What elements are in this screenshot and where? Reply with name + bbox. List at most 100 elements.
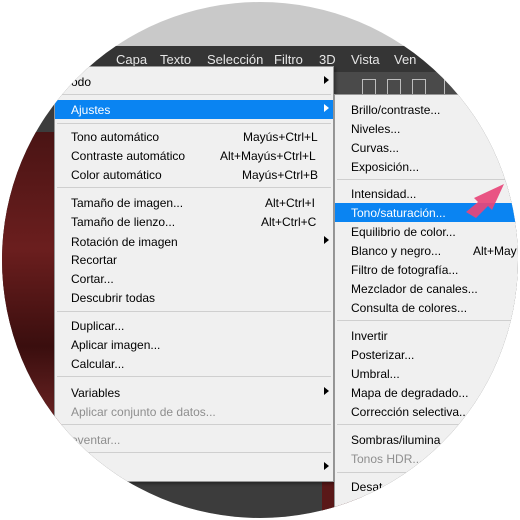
menu-item-shortcut: Alt+Mayús+Ctrl+L xyxy=(220,149,316,163)
menu-item-aplicar-conjunto-datos: Aplicar conjunto de datos... xyxy=(55,402,333,421)
menu-item-label: Contraste automático xyxy=(71,149,186,163)
separator xyxy=(57,311,331,312)
submenu-item-mezclador-canales[interactable]: Mezclador de canales... xyxy=(335,279,518,298)
menu-item-calcular[interactable]: Calcular... xyxy=(55,354,333,373)
separator xyxy=(337,472,518,473)
separator xyxy=(57,376,331,377)
separator xyxy=(57,424,331,425)
menu-item-label: eventar... xyxy=(71,433,121,447)
submenu-item-niveles[interactable]: Niveles... xyxy=(335,119,518,138)
separator xyxy=(337,320,518,321)
ajustes-submenu: Brillo/contraste... Niveles... Curvas...… xyxy=(334,94,518,518)
menu-item-label: Tono automático xyxy=(71,130,160,144)
menu-item-label: Recortar xyxy=(71,253,118,267)
menu-capa[interactable]: Capa xyxy=(116,52,147,67)
submenu-item-equilibrio-color[interactable]: Equilibrio de color... xyxy=(335,222,518,241)
menu-item-shortcut: Alt+Ctrl+C xyxy=(261,215,317,229)
align-right-icon[interactable] xyxy=(412,79,426,95)
menu-item-label: Aplicar conjunto de datos... xyxy=(71,405,216,419)
menu-item-label: Color automático xyxy=(71,168,162,182)
menu-item-reventar: eventar... xyxy=(55,430,333,449)
menu-item-label: Intensidad... xyxy=(351,187,417,201)
menu-item-label: Mezclador de canales... xyxy=(351,282,478,296)
submenu-arrow-icon xyxy=(324,236,329,244)
menu-ventana[interactable]: Ven xyxy=(394,52,416,67)
menu-item-label: Aplicar imagen... xyxy=(71,338,161,352)
submenu-item-mapa-degradado[interactable]: Mapa de degradado... xyxy=(335,383,518,402)
menu-vista[interactable]: Vista xyxy=(351,52,380,67)
menu-item-label: Ajustes xyxy=(71,103,111,117)
menu-3d[interactable]: 3D xyxy=(319,52,336,67)
menu-item-tamano-imagen[interactable]: Tamaño de imagen... Alt+Ctrl+I xyxy=(55,193,333,212)
menu-item-label: Descubrir todas xyxy=(71,291,156,305)
menu-item-label: Brillo/contraste... xyxy=(351,103,441,117)
submenu-item-consulta-colores[interactable]: Consulta de colores... xyxy=(335,298,518,317)
submenu-arrow-icon xyxy=(324,462,329,470)
submenu-item-blanco-negro[interactable]: Blanco y negro... Alt+May xyxy=(335,241,518,260)
menu-item-duplicar[interactable]: Duplicar... xyxy=(55,316,333,335)
distribute-icon[interactable] xyxy=(444,79,458,95)
menu-item-label: Invertir xyxy=(351,329,388,343)
menu-item-label: Umbral... xyxy=(351,367,400,381)
menu-filtro[interactable]: Filtro xyxy=(274,52,303,67)
menu-item-color-automatico[interactable]: Color automático Mayús+Ctrl+B xyxy=(55,165,333,184)
menu-item-label: Duplicar... xyxy=(71,319,125,333)
separator xyxy=(57,94,331,95)
menu-item-label: Exposición... xyxy=(351,160,420,174)
menu-item-variables[interactable]: Variables xyxy=(55,383,333,402)
menu-item-label: Calcular... xyxy=(71,357,125,371)
canvas-image xyxy=(2,132,62,518)
menu-item-label: Posterizar... xyxy=(351,348,415,362)
align-left-icon[interactable] xyxy=(362,79,376,95)
menu-item-label: Mapa de degradado... xyxy=(351,386,469,400)
submenu-item-correccion-selectiva[interactable]: Corrección selectiva... xyxy=(335,402,518,421)
menu-item-shortcut: Alt+May xyxy=(473,244,517,258)
menu-texto[interactable]: Texto xyxy=(160,52,191,67)
menu-item-ajustes[interactable]: Ajustes xyxy=(55,100,333,119)
submenu-item-brillo-contraste[interactable]: Brillo/contraste... xyxy=(335,100,518,119)
separator xyxy=(337,179,518,180)
menu-item-tamano-lienzo[interactable]: Tamaño de lienzo... Alt+Ctrl+C xyxy=(55,212,333,231)
menu-item-shortcut: Alt+Ctrl+I xyxy=(265,196,316,210)
menu-item-analisis[interactable] xyxy=(55,458,333,477)
menu-item-rotacion-imagen[interactable]: Rotación de imagen xyxy=(55,232,333,251)
menu-item-label: Tonos HDR... xyxy=(351,452,423,466)
menu-item-label: odo xyxy=(71,75,92,89)
menu-item-label: Sombras/ilumina xyxy=(351,433,441,447)
menu-item-modo[interactable]: odo xyxy=(55,72,333,91)
submenu-item-invertir[interactable]: Invertir xyxy=(335,326,518,345)
separator xyxy=(57,452,331,453)
menu-item-shortcut: Mayús+Ctrl+B xyxy=(242,168,319,182)
submenu-item-sombras-iluminaciones[interactable]: Sombras/ilumina xyxy=(335,430,518,449)
submenu-item-desaturar[interactable]: Desat xyxy=(335,477,518,496)
menu-item-label: Rotación de imagen xyxy=(71,235,178,249)
menu-item-cortar[interactable]: Cortar... xyxy=(55,269,333,288)
menu-item-label: Blanco y negro... xyxy=(351,244,442,258)
menu-item-label: Cortar... xyxy=(71,272,114,286)
screenshot-circle: Capa Texto Selección Filtro 3D Vista Ven… xyxy=(2,2,518,518)
menu-item-aplicar-imagen[interactable]: Aplicar imagen... xyxy=(55,335,333,354)
menu-item-label: Corrección selectiva... xyxy=(351,405,470,419)
pointer-arrow-icon xyxy=(466,184,504,218)
submenu-item-exposicion[interactable]: Exposición... xyxy=(335,157,518,176)
submenu-item-curvas[interactable]: Curvas... xyxy=(335,138,518,157)
align-center-icon[interactable] xyxy=(387,79,401,95)
menu-item-label: Variables xyxy=(71,386,121,400)
submenu-item-filtro-fotografia[interactable]: Filtro de fotografía... xyxy=(335,260,518,279)
submenu-arrow-icon xyxy=(324,104,329,112)
menu-item-label: Curvas... xyxy=(351,141,400,155)
menu-item-contraste-automatico[interactable]: Contraste automático Alt+Mayús+Ctrl+L xyxy=(55,146,333,165)
menu-item-descubrir-todas[interactable]: Descubrir todas xyxy=(55,288,333,307)
menu-item-tono-automatico[interactable]: Tono automático Mayús+Ctrl+L xyxy=(55,127,333,146)
menu-seleccion[interactable]: Selección xyxy=(207,52,263,67)
submenu-item-umbral[interactable]: Umbral... xyxy=(335,364,518,383)
separator xyxy=(57,187,331,188)
menu-item-label: Tono/saturación... xyxy=(351,206,446,220)
submenu-item-tonos-hdr: Tonos HDR... xyxy=(335,449,518,468)
menu-item-recortar[interactable]: Recortar xyxy=(55,250,333,269)
submenu-arrow-icon xyxy=(324,76,329,84)
submenu-item-posterizar[interactable]: Posterizar... xyxy=(335,345,518,364)
menu-item-label: Desat xyxy=(351,480,383,494)
image-menu: odo Ajustes Tono automático Mayús+Ctrl+L… xyxy=(54,66,334,482)
separator xyxy=(57,123,331,124)
